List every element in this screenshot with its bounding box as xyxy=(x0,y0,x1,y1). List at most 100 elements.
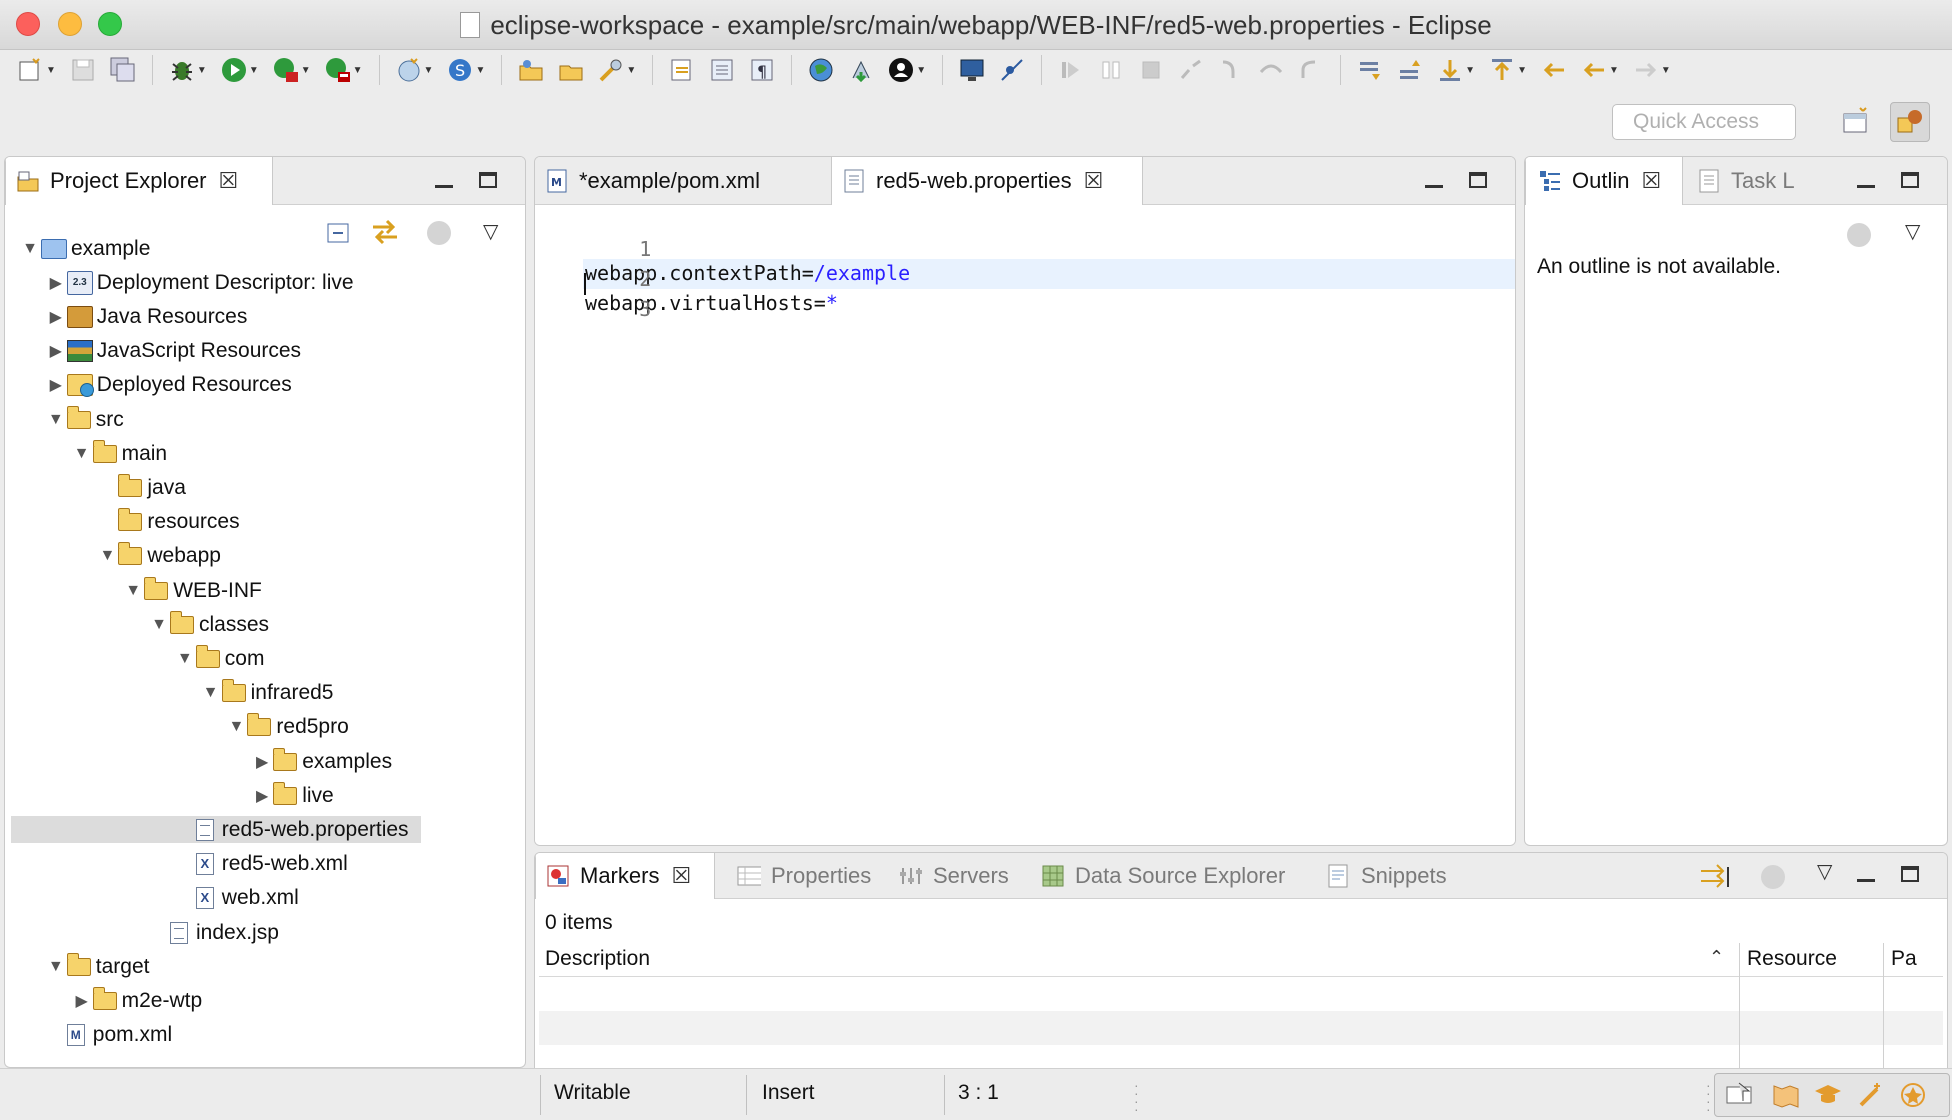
new-server-icon[interactable] xyxy=(392,53,426,87)
web-browser-icon[interactable] xyxy=(804,53,838,87)
show-block-icon[interactable]: ¶ xyxy=(745,53,779,87)
expanded-arrow-icon[interactable]: ▼ xyxy=(45,411,67,429)
tab-red5-web-properties[interactable]: red5-web.properties ☒ xyxy=(831,157,1143,205)
quick-access-input[interactable]: Quick Access xyxy=(1612,104,1796,140)
collapsed-arrow-icon[interactable]: ▶ xyxy=(45,341,67,361)
next-edit-icon[interactable] xyxy=(1433,53,1467,87)
expanded-arrow-icon[interactable]: ▼ xyxy=(45,958,67,976)
column-path[interactable]: Pa xyxy=(1891,947,1917,971)
tree-item[interactable]: Mpom.xml xyxy=(5,1022,415,1049)
new-java-project-icon[interactable]: S xyxy=(443,53,477,87)
show-whitespace-icon[interactable] xyxy=(705,53,739,87)
expanded-arrow-icon[interactable]: ▼ xyxy=(19,240,41,258)
expanded-arrow-icon[interactable]: ▼ xyxy=(200,684,222,702)
maximize-view-button[interactable] xyxy=(1901,171,1919,194)
tree-item[interactable]: ▼ webapp xyxy=(5,542,415,570)
tree-item[interactable]: ▶ Deployed Resources xyxy=(5,372,415,399)
tab-properties[interactable]: Properties xyxy=(727,853,871,899)
run-dropdown-icon[interactable]: ▼ xyxy=(249,65,259,76)
step-return-icon[interactable] xyxy=(1294,53,1328,87)
next-edit-dropdown-icon[interactable]: ▼ xyxy=(1465,65,1475,76)
restore-icon[interactable] xyxy=(1725,1081,1757,1109)
status-drag-handle[interactable]: · · · · xyxy=(1134,1078,1139,1116)
tree-item[interactable]: ▶ 2.3 Deployment Descriptor: live xyxy=(5,269,415,296)
tree-item[interactable]: ▼ infrared5 xyxy=(5,679,415,707)
view-menu-icon[interactable]: ▽ xyxy=(483,219,498,244)
column-description[interactable]: Description xyxy=(545,947,650,971)
user-icon[interactable] xyxy=(884,53,918,87)
welcome-icon[interactable] xyxy=(1899,1081,1927,1109)
collapsed-arrow-icon[interactable]: ▶ xyxy=(45,375,67,395)
tree-item[interactable]: red5-web.properties xyxy=(11,816,421,844)
terminate-icon[interactable] xyxy=(1134,53,1168,87)
close-tab-icon[interactable]: ☒ xyxy=(1084,168,1104,194)
filters-icon[interactable] xyxy=(427,221,451,250)
collapsed-arrow-icon[interactable]: ▶ xyxy=(71,991,93,1011)
status-insert-mode[interactable]: Insert xyxy=(762,1081,815,1105)
tab-outline[interactable]: Outlin ☒ xyxy=(1525,157,1683,205)
tab-markers[interactable]: Markers ☒ xyxy=(535,853,715,899)
last-edit-location-icon[interactable] xyxy=(1537,53,1571,87)
open-task-icon[interactable] xyxy=(554,53,588,87)
debug-icon[interactable] xyxy=(165,53,199,87)
collapsed-arrow-icon[interactable]: ▶ xyxy=(45,307,67,327)
tutorials-icon[interactable] xyxy=(1813,1081,1843,1109)
expanded-arrow-icon[interactable]: ▼ xyxy=(71,445,93,463)
close-tab-icon[interactable]: ☒ xyxy=(1641,168,1661,194)
user-dropdown-icon[interactable]: ▼ xyxy=(916,65,926,76)
tree-item[interactable]: ▶ JavaScript Resources xyxy=(5,338,415,365)
markers-view-menu-icon[interactable]: ▽ xyxy=(1817,859,1832,884)
skip-breakpoints-icon[interactable] xyxy=(995,53,1029,87)
tree-item[interactable]: ▼ red5pro xyxy=(5,713,415,741)
trim-drag-handle[interactable]: · · · · xyxy=(1706,1078,1711,1116)
search-dropdown-icon[interactable]: ▼ xyxy=(626,65,636,76)
tab-task-list[interactable]: Task L xyxy=(1683,157,1813,205)
search-icon[interactable] xyxy=(594,53,628,87)
tree-item[interactable]: ▼ classes xyxy=(5,610,415,638)
run-last-dropdown-icon[interactable]: ▼ xyxy=(301,65,311,76)
open-type-icon[interactable] xyxy=(514,53,548,87)
step-into-icon[interactable] xyxy=(1214,53,1248,87)
tree-item[interactable]: Xred5-web.xml xyxy=(5,851,415,878)
tree-item[interactable]: ▶ m2e-wtp xyxy=(5,986,415,1014)
minimize-view-button[interactable] xyxy=(1857,171,1875,194)
save-icon[interactable] xyxy=(66,53,100,87)
tab-pom-xml[interactable]: M *example/pom.xml xyxy=(535,157,831,205)
outline-view-menu-icon[interactable]: ▽ xyxy=(1905,219,1920,244)
text-editor[interactable]: 1 webapp.contextPath=/example 2 webapp.v… xyxy=(535,205,1515,845)
tree-item[interactable]: ▼ main xyxy=(5,439,415,467)
java-ee-perspective-icon[interactable] xyxy=(1890,102,1930,142)
tree-item[interactable]: index.jsp xyxy=(5,919,415,946)
console-icon[interactable] xyxy=(955,53,989,87)
new-server-dropdown-icon[interactable]: ▼ xyxy=(424,65,434,76)
minimize-view-button[interactable] xyxy=(1857,865,1875,888)
tree-item[interactable]: java xyxy=(5,473,415,501)
tab-servers[interactable]: Servers xyxy=(889,853,1009,899)
new-java-project-dropdown-icon[interactable]: ▼ xyxy=(475,65,485,76)
minimize-view-button[interactable] xyxy=(435,171,453,194)
close-tab-icon[interactable]: ☒ xyxy=(219,168,239,194)
maximize-view-button[interactable] xyxy=(479,171,497,194)
expanded-arrow-icon[interactable]: ▼ xyxy=(148,616,170,634)
new-dropdown-icon[interactable]: ▼ xyxy=(46,65,56,76)
tree-item[interactable]: ▶ live xyxy=(5,781,415,809)
sort-ascending-icon[interactable]: ⌃ xyxy=(1709,947,1724,968)
new-wizard-icon[interactable] xyxy=(14,53,48,87)
collapsed-arrow-icon[interactable]: ▶ xyxy=(251,752,273,772)
disconnect-icon[interactable] xyxy=(1174,53,1208,87)
open-perspective-icon[interactable] xyxy=(1836,102,1876,142)
run-last-icon[interactable] xyxy=(269,53,303,87)
tree-item[interactable]: ▼ com xyxy=(5,644,415,672)
back-icon[interactable] xyxy=(1577,53,1611,87)
external-tools-dropdown-icon[interactable]: ▼ xyxy=(353,65,363,76)
expanded-arrow-icon[interactable]: ▼ xyxy=(225,718,247,736)
collapsed-arrow-icon[interactable]: ▶ xyxy=(251,786,273,806)
tree-item[interactable]: resources xyxy=(5,508,415,536)
previous-edit-dropdown-icon[interactable]: ▼ xyxy=(1517,65,1527,76)
tab-snippets[interactable]: Snippets xyxy=(1317,853,1447,899)
previous-annotation-icon[interactable] xyxy=(1393,53,1427,87)
back-dropdown-icon[interactable]: ▼ xyxy=(1609,65,1619,76)
tree-item[interactable]: Xweb.xml xyxy=(5,885,415,912)
toggle-mark-occurrences-icon[interactable] xyxy=(665,53,699,87)
tree-item[interactable]: ▼ WEB-INF xyxy=(5,576,415,604)
